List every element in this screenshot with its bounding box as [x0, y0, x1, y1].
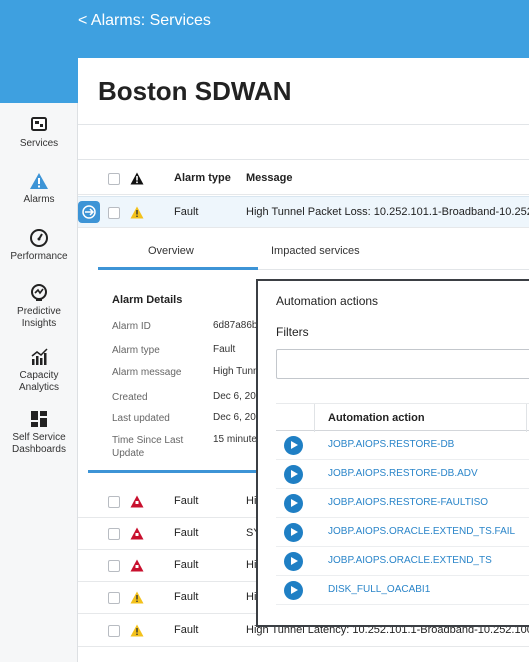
details-section-underline	[88, 470, 258, 473]
run-action-button[interactable]	[284, 552, 303, 571]
sidebar-item-performance[interactable]: Performance	[0, 228, 78, 263]
automation-row: DISK_FULL_OACABI1	[276, 576, 529, 605]
popup-title: Automation actions	[276, 294, 379, 308]
detail-label: Alarm message	[112, 367, 182, 378]
automation-row: JOBP.AIOPS.RESTORE-FAULTISO	[276, 489, 529, 518]
expand-row-button[interactable]	[78, 201, 100, 223]
critical-triangle-icon	[130, 559, 144, 572]
message-cell: Hi	[246, 495, 257, 507]
message-cell: High Tunnel Packet Loss: 10.252.101.1-Br…	[246, 206, 529, 218]
alarm-type-cell: Fault	[174, 527, 199, 539]
dashboard-icon	[31, 411, 47, 427]
sidebar-item-capacity-analytics[interactable]: Capacity Analytics	[0, 347, 78, 394]
sidebar: Services Alarms Performance Predictive I…	[0, 103, 78, 662]
detail-label: Alarm ID	[112, 321, 151, 332]
automation-row: JOBP.AIOPS.RESTORE-DB	[276, 431, 529, 460]
back-to-alarms-services-link[interactable]: < Alarms: Services	[78, 12, 211, 30]
column-divider	[314, 404, 315, 432]
message-cell: Hi	[246, 559, 257, 571]
sidebar-item-label: Self Service Dashboards	[12, 432, 66, 455]
sidebar-item-predictive-insights[interactable]: Predictive Insights	[0, 283, 78, 330]
bar-chart-icon	[31, 348, 48, 365]
alarm-type-cell: Fault	[174, 591, 199, 603]
run-action-button[interactable]	[284, 436, 303, 455]
detail-label: Alarm type	[112, 345, 160, 356]
table-row-selected[interactable]: Fault High Tunnel Packet Loss: 10.252.10…	[78, 196, 529, 228]
detail-tabs: Overview Impacted services	[98, 236, 529, 270]
filters-label: Filters	[276, 325, 309, 339]
sidebar-item-self-service-dashboards[interactable]: Self Service Dashboards	[0, 409, 78, 456]
column-header-automation-action[interactable]: Automation action	[328, 412, 425, 424]
automation-action-link[interactable]: JOBP.AIOPS.ORACLE.EXTEND_TS.FAIL	[328, 526, 515, 537]
sidebar-item-label: Predictive Insights	[17, 306, 61, 329]
row-checkbox[interactable]	[108, 207, 120, 219]
tab-impacted-services[interactable]: Impacted services	[271, 245, 360, 257]
row-checkbox[interactable]	[108, 592, 120, 604]
critical-triangle-icon	[130, 495, 144, 508]
gauge-icon	[30, 229, 48, 247]
detail-label: Last updated	[112, 413, 170, 424]
detail-label: Created	[112, 392, 148, 403]
message-cell: Hi	[246, 591, 257, 603]
sidebar-item-label: Alarms	[23, 194, 55, 205]
automation-action-link[interactable]: JOBP.AIOPS.RESTORE-DB.ADV	[328, 468, 478, 479]
sidebar-item-services[interactable]: Services	[0, 115, 78, 150]
alarm-type-cell: Fault	[174, 559, 199, 571]
automation-row: JOBP.AIOPS.ORACLE.EXTEND_TS	[276, 547, 529, 576]
automation-action-link[interactable]: JOBP.AIOPS.ORACLE.EXTEND_TS	[328, 555, 492, 566]
column-divider	[526, 404, 527, 432]
automation-row: JOBP.AIOPS.ORACLE.EXTEND_TS.FAIL	[276, 518, 529, 547]
table-header-row: Alarm type Message	[78, 163, 529, 195]
detail-value: 6d87a86b	[213, 320, 258, 331]
automation-action-link[interactable]: JOBP.AIOPS.RESTORE-FAULTISO	[328, 497, 488, 508]
column-header-message[interactable]: Message	[246, 172, 292, 184]
tab-overview[interactable]: Overview	[148, 245, 194, 257]
run-action-button[interactable]	[284, 523, 303, 542]
automation-action-link[interactable]: DISK_FULL_OACABI1	[328, 584, 430, 595]
alarm-details-title: Alarm Details	[112, 294, 183, 306]
detail-value: 15 minute	[213, 434, 257, 445]
detail-value: High Tunn	[213, 366, 259, 377]
page-title: Boston SDWAN	[98, 76, 292, 106]
automation-actions-popup: Automation actions Filters Automation ac…	[256, 279, 529, 627]
detail-value: Fault	[213, 344, 236, 355]
run-action-button[interactable]	[284, 494, 303, 513]
critical-triangle-icon	[130, 527, 144, 540]
row-checkbox[interactable]	[108, 560, 120, 572]
row-checkbox[interactable]	[108, 625, 120, 637]
automation-row: JOBP.AIOPS.RESTORE-DB.ADV	[276, 460, 529, 489]
services-icon	[31, 117, 47, 131]
warning-triangle-icon	[130, 624, 144, 637]
detail-value: Dec 6, 20	[213, 412, 256, 423]
predictive-icon	[31, 284, 47, 301]
select-all-checkbox[interactable]	[108, 173, 120, 185]
sidebar-item-alarms[interactable]: Alarms	[0, 171, 78, 206]
collapse-icon	[82, 205, 96, 219]
divider	[78, 124, 529, 125]
column-header-alarm-type[interactable]: Alarm type	[174, 172, 231, 184]
sidebar-item-label: Services	[19, 138, 59, 149]
severity-header-icon	[130, 172, 144, 185]
warning-triangle-icon	[130, 591, 144, 604]
sidebar-item-label: Performance	[10, 251, 68, 262]
sidebar-item-label: Capacity Analytics	[18, 370, 59, 393]
alarm-triangle-icon	[30, 173, 48, 189]
automation-table-header: Automation action	[276, 403, 529, 432]
filter-input[interactable]	[276, 349, 529, 379]
active-tab-indicator	[98, 267, 258, 270]
alarm-type-cell: Fault	[174, 206, 199, 218]
warning-triangle-icon	[130, 206, 144, 219]
alarm-type-cell: Fault	[174, 624, 199, 636]
run-action-button[interactable]	[284, 465, 303, 484]
detail-value: Dec 6, 20	[213, 391, 256, 402]
alarm-type-cell: Fault	[174, 495, 199, 507]
row-checkbox[interactable]	[108, 496, 120, 508]
automation-action-link[interactable]: JOBP.AIOPS.RESTORE-DB	[328, 439, 454, 450]
detail-label: Time Since Last Update	[112, 435, 184, 459]
row-checkbox[interactable]	[108, 528, 120, 540]
divider	[78, 159, 529, 160]
run-action-button[interactable]	[284, 581, 303, 600]
